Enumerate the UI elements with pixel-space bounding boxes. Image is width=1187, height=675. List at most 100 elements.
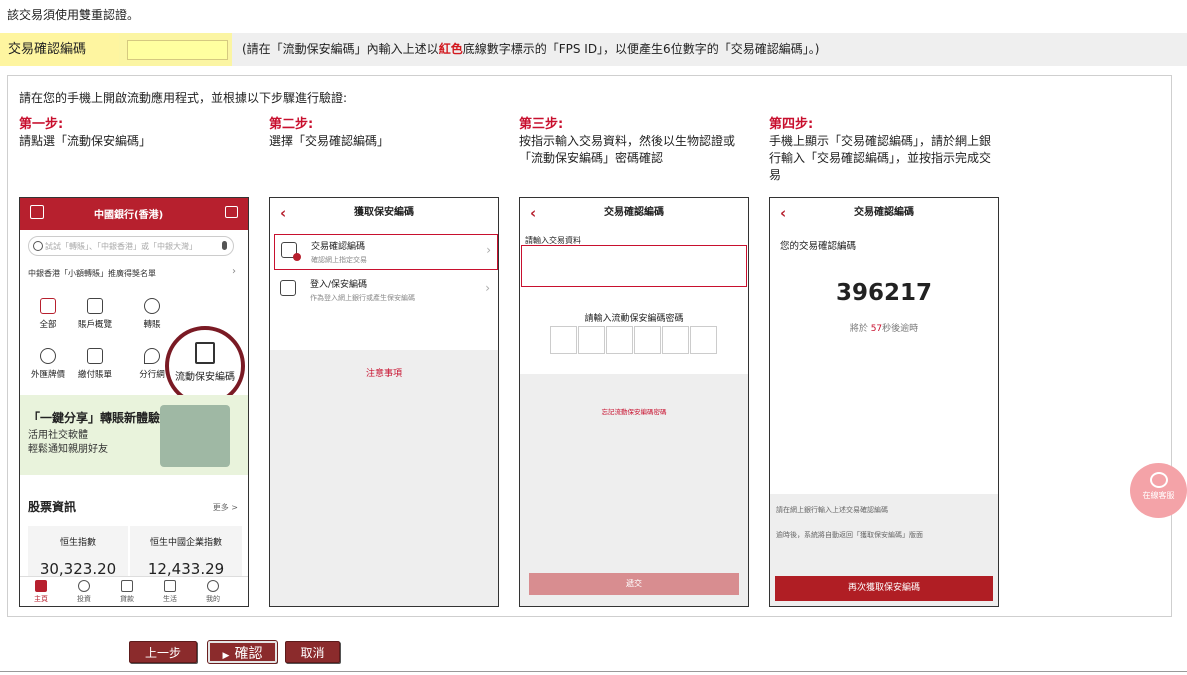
bill-icon [87, 348, 103, 364]
transaction-code-row: 交易確認編碼 (請在「流動保安編碼」內輸入上述以紅色底線數字標示的「FPS ID… [0, 33, 1187, 66]
nav-invest: 投資 [69, 580, 99, 604]
expire-seconds: 57 [870, 324, 883, 334]
index-card-hscei: 恒生中國企業指數 12,433.29 [130, 526, 242, 578]
phone3-title: 交易確認編碼 [604, 207, 664, 218]
instruction-panel: 請在您的手機上開啟流動應用程式，並根據以下步驟進行驗證: 第一步: 請點選「流動… [7, 75, 1172, 617]
user-icon [207, 580, 219, 592]
stock-title: 股票資訊 [28, 500, 77, 514]
tile-label: 賬戶概覽 [77, 320, 112, 330]
tile-label: 外匯牌價 [30, 370, 65, 380]
nav-label: 我的 [206, 595, 220, 603]
code-label: 您的交易確認編碼 [780, 241, 857, 252]
back-arrow-icon: ‹ [280, 204, 287, 222]
chevron-right-icon: › [485, 281, 490, 295]
step-1-text: 請點選「流動保安編碼」 [19, 134, 152, 148]
dual-auth-notice: 該交易須使用雙重認證。 [7, 8, 140, 22]
banner-image [160, 405, 230, 467]
forgot-pin-link: 忘記流動保安編碼密碼 [601, 408, 667, 416]
menu-subtitle: 作為登入網上銀行或產生保安編碼 [310, 294, 415, 302]
code-note-1: 請在網上銀行輸入上述交易確認編碼 [776, 506, 888, 514]
nav-me: 我的 [198, 580, 228, 604]
step-3: 第三步: 按指示輸入交易資料，然後以生物認證或「流動保安編碼」密碼確認 [519, 116, 754, 167]
search-icon [33, 241, 43, 251]
more-link: 更多 > [212, 503, 238, 512]
menu-title: 交易確認編碼 [311, 242, 366, 252]
nav-label: 生活 [163, 595, 177, 603]
cup-icon [164, 580, 176, 592]
calculator-icon [195, 342, 215, 364]
prev-step-button[interactable]: 上一步 [129, 641, 197, 663]
bank-logo: 中國銀行(香港) [94, 210, 164, 221]
confirm-label: 確認 [234, 646, 263, 662]
calculator-icon [280, 280, 296, 296]
chat-label: 在線客服 [1142, 491, 1175, 500]
pin-box [634, 326, 661, 354]
play-icon: ▶ [222, 651, 230, 661]
tile-accounts: 賬戶概覽 [75, 298, 115, 330]
message-icon [225, 206, 238, 218]
step-3-text: 按指示輸入交易資料，然後以生物認證或「流動保安編碼」密碼確認 [519, 134, 736, 165]
confirm-button[interactable]: ▶ 確認 [207, 640, 278, 664]
back-arrow-icon: ‹ [530, 204, 537, 222]
online-chat-button[interactable]: 在線客服 [1130, 463, 1187, 518]
chevron-right-icon: › [232, 266, 236, 277]
nav-label: 投資 [77, 595, 91, 603]
tile-fx-rates: 外匯牌價 [28, 348, 68, 380]
step-2-title: 第二步: [269, 117, 314, 132]
phone-screenshot-step-2: 獲取保安編碼 ‹ 交易確認編碼 確認網上指定交易 › 登入/保安編碼 作為登入網… [269, 197, 499, 607]
pin-box [550, 326, 577, 354]
circle-label: 流動保安編碼 [175, 372, 235, 383]
expire-post: 秒後逾時 [882, 324, 919, 334]
expire-pre: 將於 [849, 324, 868, 334]
code-note-2: 逾時後，系統將自動返回「獲取保安編碼」版面 [776, 531, 923, 539]
headset-icon [1149, 472, 1168, 488]
promo-text: 中銀香港「小額轉賬」推廣得獎名單 [28, 269, 156, 278]
pin-box [662, 326, 689, 354]
step-2-text: 選擇「交易確認編碼」 [269, 134, 390, 148]
phone-screenshot-step-1: 中國銀行(香港) 試試「轉賬」、「中銀香港」或「中銀大灣」 中銀香港「小額轉賬」… [19, 197, 249, 607]
step-4-title: 第四步: [769, 117, 814, 132]
app-search-placeholder: 試試「轉賬」、「中銀香港」或「中銀大灣」 [45, 242, 197, 251]
menu-title: 登入/保安編碼 [310, 280, 368, 290]
grid-icon [40, 298, 56, 314]
fx-icon [40, 348, 56, 364]
badge-icon [293, 253, 301, 261]
step-4-text: 手機上顯示「交易確認編碼」，請於網上銀行輸入「交易確認編碼」，並按指示完成交易 [769, 134, 992, 182]
nav-label: 貸款 [120, 595, 134, 603]
pin-boxes [550, 326, 718, 356]
phone2-background [270, 350, 498, 606]
invest-icon [78, 580, 90, 592]
menu-subtitle: 確認網上指定交易 [311, 256, 367, 264]
tile-transfer: 轉賬 [132, 298, 172, 330]
back-arrow-icon: ‹ [780, 204, 787, 222]
hint-pre: (請在「流動保安編碼」內輸入上述以 [242, 42, 439, 56]
pin-label: 請輸入流動保安編碼密碼 [584, 314, 684, 324]
app-bottom-nav: 主頁 投資 貸款 生活 我的 [20, 576, 248, 606]
pin-box [690, 326, 717, 354]
promo-banner: 「一鍵分享」轉賬新體驗 活用社交軟體 輕鬆通知親朋好友 [20, 395, 248, 475]
nav-life: 生活 [155, 580, 185, 604]
cancel-button[interactable]: 取消 [285, 641, 340, 663]
transaction-data-box [521, 245, 747, 287]
bottom-divider [0, 671, 1187, 672]
tile-label: 分行網 [139, 370, 165, 380]
tile-label: 轉賬 [143, 320, 161, 330]
menu-login-code: 登入/保安編碼 作為登入網上銀行或產生保安編碼 › [274, 273, 496, 307]
hint-post: 底線數字標示的「FPS ID」，以便產生6位數字的「交易確認編碼」。) [462, 42, 820, 56]
microphone-icon [222, 241, 227, 250]
banner-text: 活用社交軟體 輕鬆通知親朋好友 [28, 429, 108, 457]
dollar-icon [144, 298, 160, 314]
notes-link: 注意事項 [365, 369, 402, 379]
step-2: 第二步: 選擇「交易確認編碼」 [269, 116, 504, 150]
submit-button-mock: 遞交 [529, 573, 739, 595]
index-name: 恒生中國企業指數 [149, 538, 222, 548]
nav-label: 主頁 [34, 595, 48, 603]
transaction-code-label: 交易確認編碼 [0, 33, 119, 66]
phone-screenshot-step-4: 交易確認編碼 ‹ 您的交易確認編碼 396217 將於 57秒後逾時 請在網上銀… [769, 197, 999, 607]
pin-box [578, 326, 605, 354]
phone4-title: 交易確認編碼 [854, 207, 914, 218]
app-header: 中國銀行(香港) [20, 198, 248, 230]
location-icon [144, 348, 160, 364]
intro-text: 請在您的手機上開啟流動應用程式，並根據以下步驟進行驗證: [19, 91, 348, 105]
transaction-code-input[interactable] [127, 40, 228, 60]
